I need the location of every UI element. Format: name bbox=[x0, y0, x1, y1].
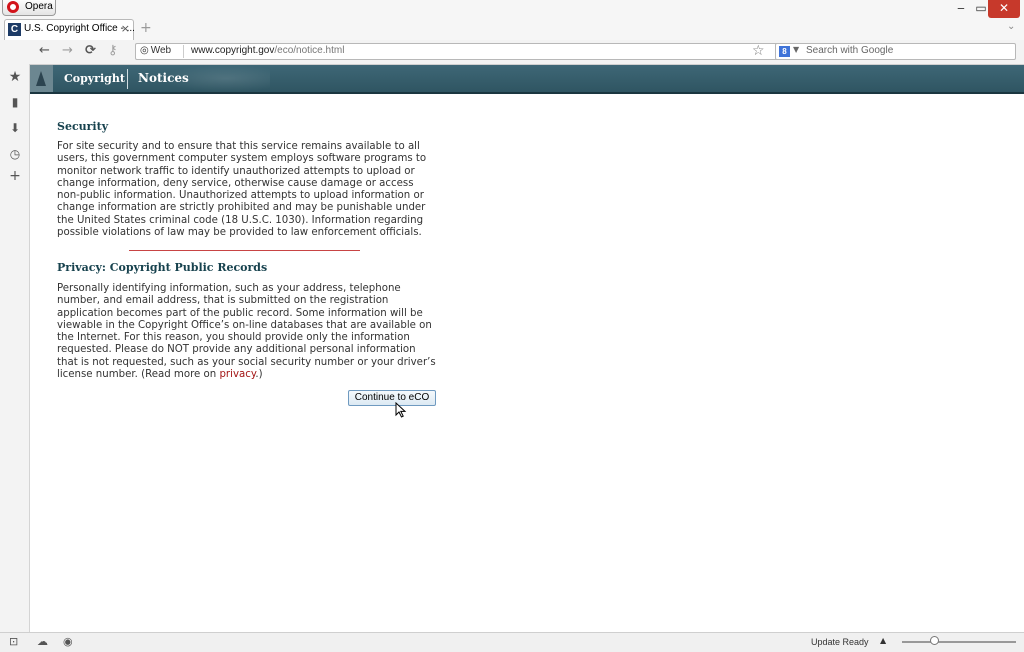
panel-toggle-icon[interactable]: ⊡ bbox=[9, 635, 18, 648]
tab-bar: C U.S. Copyright Office - ... × + ⌄ bbox=[0, 18, 1024, 40]
capitol-logo-icon bbox=[30, 65, 53, 92]
privacy-tail: .) bbox=[255, 369, 263, 381]
opera-menu-button[interactable]: Opera bbox=[2, 0, 56, 16]
forward-arrow-icon[interactable]: → bbox=[62, 43, 73, 58]
minimize-button[interactable]: ‒ bbox=[950, 0, 972, 18]
privacy-text: Personally identifying information, such… bbox=[57, 283, 437, 381]
copyright-banner: Copyright Notices bbox=[30, 65, 1024, 94]
security-heading: Security bbox=[57, 120, 109, 133]
tab-menu-chevron-icon[interactable]: ⌄ bbox=[1007, 21, 1015, 32]
privacy-body: Personally identifying information, such… bbox=[57, 283, 436, 381]
sidebar: ★ ▮ ⬇ ◷ + bbox=[0, 64, 30, 632]
search-placeholder: Search with Google bbox=[806, 45, 894, 56]
address-toolbar: ← → ⟳ ⚷ ◎ Web www.copyright.gov/eco/notic… bbox=[30, 40, 1024, 65]
update-status[interactable]: Update Ready bbox=[811, 637, 869, 647]
speed-dial-icon[interactable]: ◉ bbox=[63, 635, 73, 648]
history-clock-icon[interactable]: ◷ bbox=[8, 147, 22, 161]
url-text[interactable]: www.copyright.gov/eco/notice.html bbox=[191, 45, 344, 56]
add-panel-icon[interactable]: + bbox=[8, 168, 22, 184]
banner-divider bbox=[127, 69, 128, 89]
web-badge-label: Web bbox=[150, 45, 172, 56]
continue-to-eco-button[interactable]: Continue to eCO bbox=[348, 390, 436, 406]
reload-icon[interactable]: ⟳ bbox=[85, 43, 96, 58]
google-search-engine-icon[interactable]: 8 bbox=[779, 46, 790, 57]
new-tab-icon[interactable]: + bbox=[140, 20, 152, 36]
web-badge[interactable]: ◎ Web bbox=[140, 45, 171, 56]
opera-logo-icon bbox=[7, 1, 19, 13]
banner-brand[interactable]: Copyright bbox=[64, 72, 125, 85]
notes-icon[interactable]: ▮ bbox=[8, 95, 22, 109]
security-text: For site security and to ensure that thi… bbox=[57, 141, 427, 239]
privacy-link[interactable]: privacy bbox=[219, 369, 255, 380]
tab-title: U.S. Copyright Office - ... bbox=[24, 23, 135, 34]
zoom-slider-handle[interactable] bbox=[930, 636, 939, 645]
opera-menu-label: Opera bbox=[25, 1, 53, 12]
url-path: /eco/notice.html bbox=[274, 45, 345, 56]
title-bar: Opera ‒ ▭ ✕ bbox=[0, 0, 1024, 18]
tab-copyright-office[interactable]: C U.S. Copyright Office - ... × bbox=[4, 19, 135, 40]
cloud-icon[interactable]: ☁ bbox=[37, 635, 48, 648]
bookmark-star-icon[interactable]: ☆ bbox=[752, 43, 765, 59]
globe-icon: ◎ bbox=[140, 45, 149, 56]
privacy-heading: Privacy: Copyright Public Records bbox=[57, 261, 268, 274]
key-icon[interactable]: ⚷ bbox=[108, 43, 118, 58]
tab-close-icon[interactable]: × bbox=[121, 22, 130, 35]
banner-decoration bbox=[160, 65, 270, 92]
bookmarks-star-icon[interactable]: ★ bbox=[8, 69, 22, 85]
toolbar-left-filler bbox=[0, 40, 30, 64]
mouse-pointer-icon bbox=[395, 402, 407, 418]
close-window-button[interactable]: ✕ bbox=[988, 0, 1020, 18]
back-arrow-icon[interactable]: ← bbox=[39, 43, 50, 58]
update-arrow-icon[interactable]: ▲ bbox=[880, 636, 886, 645]
url-domain: www.copyright.gov bbox=[191, 45, 275, 56]
zoom-slider[interactable] bbox=[902, 641, 1016, 643]
search-field[interactable]: 8 ▼ Search with Google bbox=[775, 43, 1016, 60]
copyright-favicon-icon: C bbox=[8, 23, 21, 36]
downloads-icon[interactable]: ⬇ bbox=[8, 121, 22, 135]
section-divider bbox=[129, 250, 360, 251]
address-separator bbox=[183, 45, 184, 58]
address-field[interactable]: ◎ Web www.copyright.gov/eco/notice.html bbox=[135, 43, 800, 60]
search-engine-dropdown-icon[interactable]: ▼ bbox=[793, 45, 799, 54]
status-bar: ⊡ ☁ ◉ Update Ready ▲ bbox=[0, 632, 1024, 652]
notice-content: Security For site security and to ensure… bbox=[57, 120, 437, 380]
